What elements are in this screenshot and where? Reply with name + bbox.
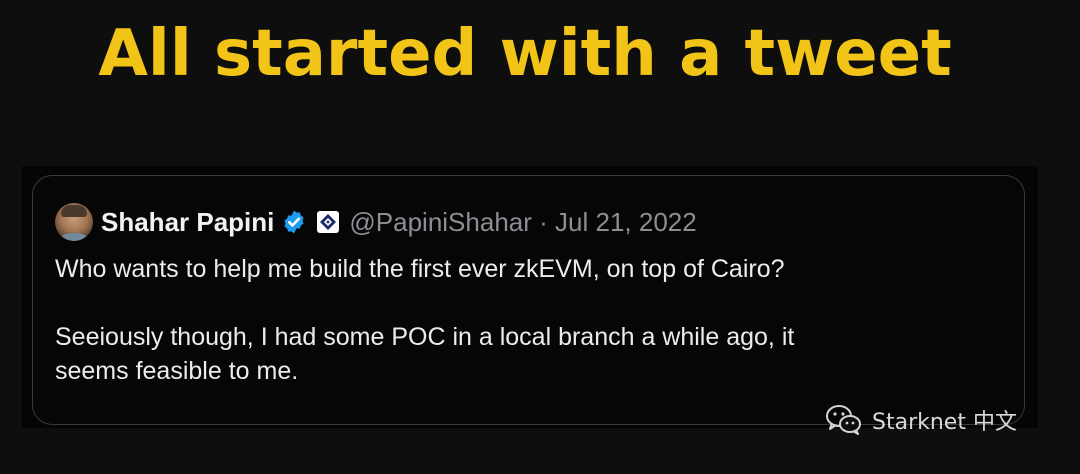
verified-badge-icon xyxy=(284,210,304,234)
tweet-header: Shahar Papini @PapiniShahar · Jul 21, 20… xyxy=(55,200,697,244)
author-handle[interactable]: @PapiniShahar xyxy=(349,207,532,237)
slide-title: All started with a tweet xyxy=(98,17,952,91)
tweet-card[interactable]: Shahar Papini @PapiniShahar · Jul 21, 20… xyxy=(32,175,1025,425)
handle-and-date: @PapiniShahar · Jul 21, 2022 xyxy=(349,207,696,238)
slide: All started with a tweet Shahar Papini @… xyxy=(0,0,1080,474)
wechat-icon xyxy=(826,405,861,435)
tweet-date[interactable]: Jul 21, 2022 xyxy=(555,207,697,237)
separator-dot: · xyxy=(539,206,548,237)
watermark-label: Starknet 中文 xyxy=(872,410,1017,435)
wechat-watermark: Starknet 中文 xyxy=(826,402,1017,438)
tweet-paragraph-1: Who wants to help me build the first eve… xyxy=(55,255,785,283)
affiliate-logo-icon[interactable] xyxy=(317,211,340,233)
author-avatar[interactable] xyxy=(55,203,93,241)
tweet-paragraph-2: Seeiously though, I had some POC in a lo… xyxy=(55,323,795,385)
author-name[interactable]: Shahar Papini xyxy=(101,207,274,238)
tweet-text: Who wants to help me build the first eve… xyxy=(55,252,995,388)
